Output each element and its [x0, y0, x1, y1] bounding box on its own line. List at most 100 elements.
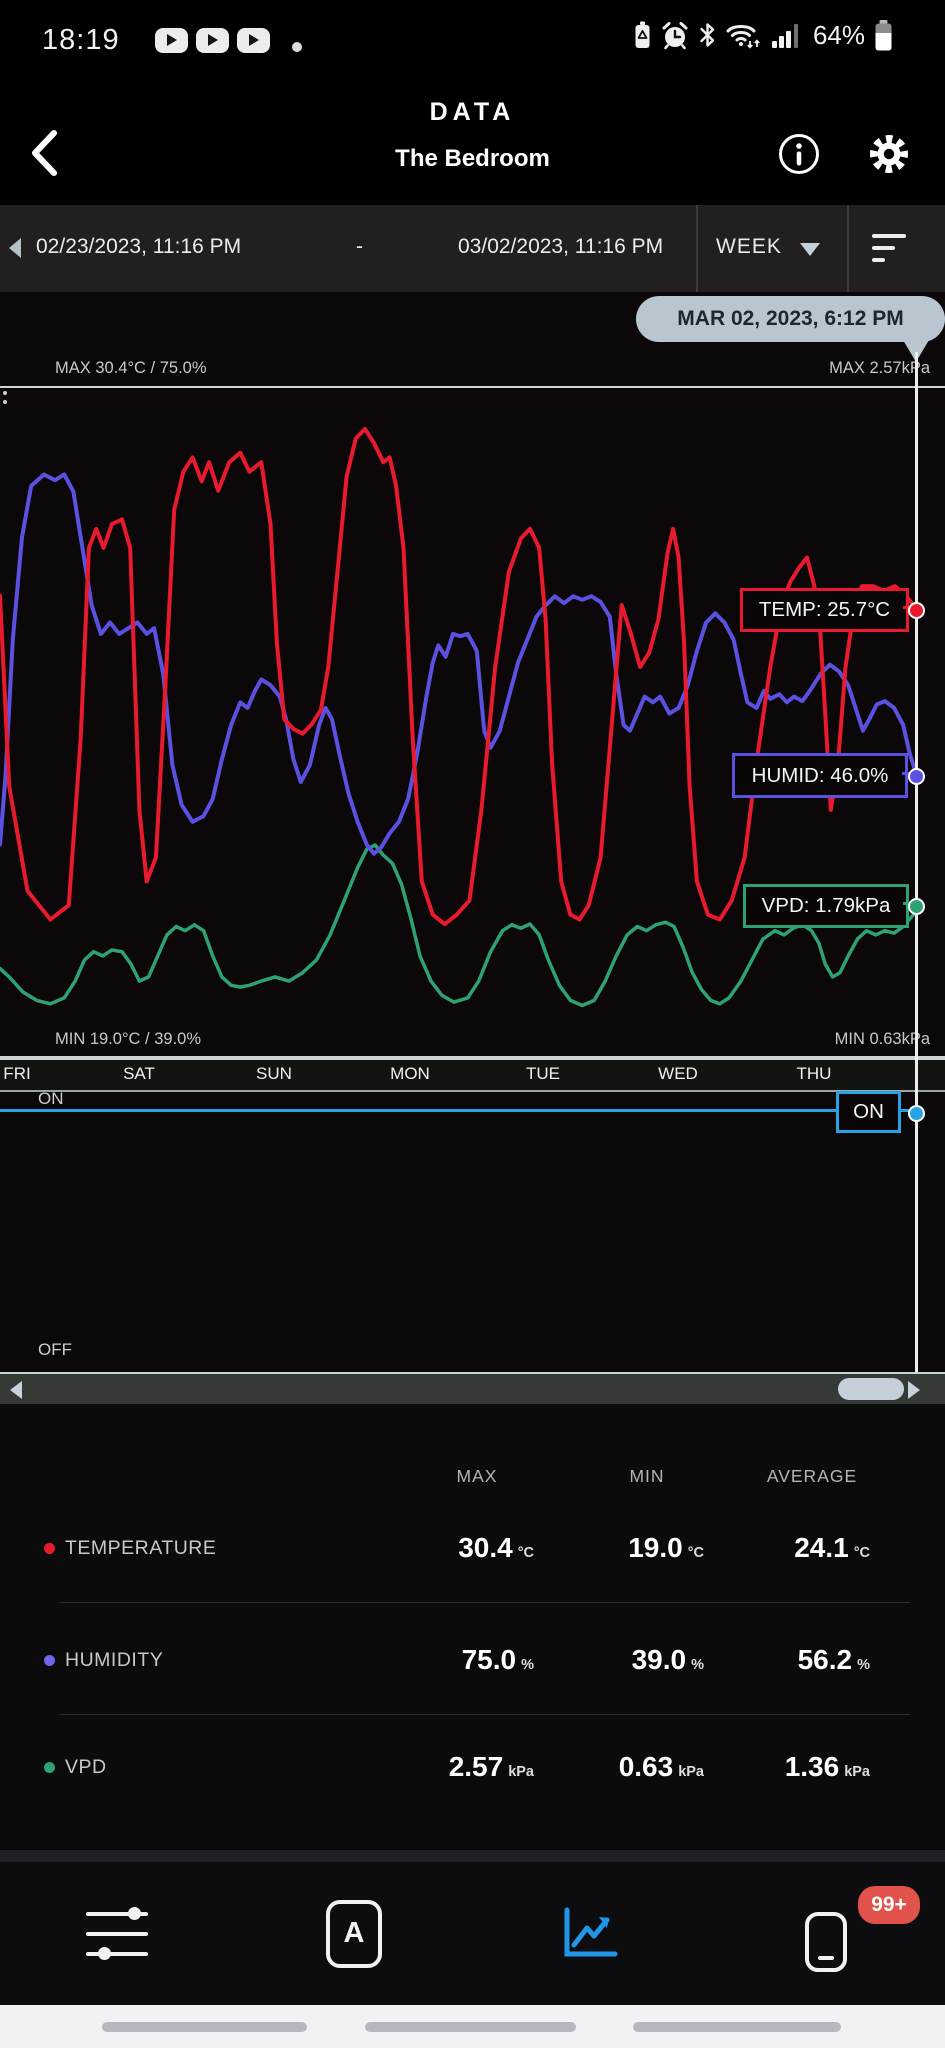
device-on-line [0, 1109, 836, 1112]
nav-controls-button[interactable] [38, 1862, 198, 2005]
humidity-max-value: 75.0 [462, 1644, 517, 1676]
col-header-min: MIN [629, 1466, 664, 1490]
gear-icon [866, 131, 912, 177]
scrollbar-thumb[interactable] [838, 1378, 904, 1400]
alarm-icon [660, 20, 690, 50]
info-icon [777, 132, 821, 176]
vpd-min-value: 0.63 [619, 1751, 674, 1783]
x-tick-mon: MON [390, 1064, 430, 1084]
temp-cursor-dot [908, 602, 925, 619]
humidity-readout-box: HUMID: 46.0% [732, 753, 908, 798]
nav-notifications-button[interactable]: 99+ [746, 1862, 906, 2005]
nav-divider [0, 1850, 945, 1862]
vpd-avg-value: 1.36 [785, 1751, 840, 1783]
app-screen: 18:19 [0, 0, 945, 2048]
chart-scrollbar[interactable] [0, 1372, 945, 1404]
page-title: DATA [0, 98, 945, 127]
nav-key-recents[interactable] [102, 2022, 307, 2032]
clock: 18:19 [42, 24, 120, 57]
nav-data-button-active[interactable] [510, 1862, 670, 2005]
device-axis-off-label: OFF [38, 1340, 72, 1360]
a-mode-icon: A [326, 1900, 382, 1968]
temp-max-value: 30.4 [458, 1532, 513, 1564]
humidity-cursor-dot [908, 768, 925, 785]
battery-saver-icon [634, 21, 651, 49]
status-bar: 18:19 [0, 0, 945, 70]
wifi-icon [725, 20, 763, 50]
device-readout-box: ON [836, 1091, 901, 1133]
device-cursor-dot [908, 1105, 925, 1122]
temp-avg-value: 24.1 [794, 1532, 849, 1564]
settings-button[interactable] [866, 131, 912, 177]
chevron-down-icon[interactable] [800, 243, 820, 256]
col-header-max: MAX [457, 1466, 498, 1490]
table-row-humidity: HUMIDITY 75.0% 39.0% 56.2% [0, 1638, 945, 1682]
nav-automation-button[interactable]: A [274, 1862, 434, 2005]
notification-dot-icon [292, 42, 302, 52]
nav-key-home[interactable] [365, 2022, 576, 2032]
date-range-bar: 02/23/2023, 11:16 PM - 03/02/2023, 11:16… [0, 205, 945, 292]
cell-signal-icon [772, 21, 802, 49]
summary-table: MAX MIN AVERAGE TEMPERATURE 30.4°C 19.0°… [0, 1402, 945, 1850]
bottom-navigation: A 99+ [0, 1862, 945, 2005]
bluetooth-icon [699, 21, 716, 49]
unit-label: °C [854, 1545, 870, 1561]
row-label: TEMPERATURE [65, 1537, 216, 1560]
line-chart[interactable] [0, 386, 945, 1058]
youtube-notification-icon [237, 28, 270, 53]
row-label: HUMIDITY [65, 1649, 163, 1672]
chart-section: MAR 02, 2023, 6:12 PM MAX 30.4°C / 75.0%… [0, 292, 945, 1402]
range-selector-dropdown[interactable]: WEEK [716, 235, 782, 259]
range-separator: - [356, 235, 363, 259]
battery-icon [874, 20, 893, 51]
scroll-left-arrow-icon[interactable] [10, 1381, 22, 1399]
temp-readout-box: TEMP: 25.7°C [740, 588, 909, 632]
device-axis-on-label: ON [38, 1089, 64, 1109]
previous-range-icon[interactable] [9, 238, 21, 258]
range-start-date[interactable]: 02/23/2023, 11:16 PM [36, 235, 241, 259]
humidity-series-dot [44, 1655, 55, 1666]
unit-label: % [857, 1657, 870, 1673]
chart-cursor-line[interactable] [915, 352, 918, 1372]
vpd-series-dot [44, 1762, 55, 1773]
humidity-avg-value: 56.2 [798, 1644, 853, 1676]
row-divider [60, 1602, 910, 1603]
battery-percent: 64% [813, 20, 865, 51]
series-line-temperature [0, 429, 917, 924]
row-divider [60, 1714, 910, 1715]
chart-options-button[interactable] [872, 234, 908, 264]
youtube-notification-icon [196, 28, 229, 53]
vpd-readout-box: VPD: 1.79kPa [743, 884, 909, 928]
range-end-date[interactable]: 03/02/2023, 11:16 PM [458, 235, 663, 259]
youtube-notification-icon [155, 28, 188, 53]
scroll-right-arrow-icon[interactable] [908, 1381, 920, 1399]
axis-max-temp-humid: MAX 30.4°C / 75.0% [55, 359, 207, 378]
cursor-tooltip: MAR 02, 2023, 6:12 PM [636, 296, 945, 342]
nav-key-back[interactable] [633, 2022, 841, 2032]
device-icon [800, 1908, 852, 1974]
vpd-max-value: 2.57 [449, 1751, 504, 1783]
system-gesture-bar [0, 2005, 945, 2048]
info-button[interactable] [777, 132, 821, 176]
table-row-temperature: TEMPERATURE 30.4°C 19.0°C 24.1°C [0, 1526, 945, 1570]
axis-min-temp-humid: MIN 19.0°C / 39.0% [55, 1030, 201, 1049]
humidity-min-value: 39.0 [632, 1644, 687, 1676]
edge-handle-dot [3, 391, 7, 395]
app-header: DATA The Bedroom [0, 70, 945, 205]
row-label: VPD [65, 1756, 107, 1779]
x-tick-wed: WED [658, 1064, 698, 1084]
divider [696, 205, 698, 292]
edge-handle-dot [3, 400, 7, 404]
sliders-icon [86, 1906, 150, 1962]
vpd-cursor-dot [908, 898, 925, 915]
x-tick-thu: THU [797, 1064, 832, 1084]
line-chart-icon [561, 1907, 619, 1961]
notification-badge: 99+ [858, 1886, 920, 1924]
x-tick-tue: TUE [526, 1064, 560, 1084]
unit-label: kPa [844, 1764, 870, 1780]
temp-min-value: 19.0 [628, 1532, 683, 1564]
divider [847, 205, 849, 292]
table-row-vpd: VPD 2.57kPa 0.63kPa 1.36kPa [0, 1745, 945, 1789]
temperature-series-dot [44, 1543, 55, 1554]
x-axis-day-band: FRI SAT SUN MON TUE WED THU [0, 1058, 945, 1092]
